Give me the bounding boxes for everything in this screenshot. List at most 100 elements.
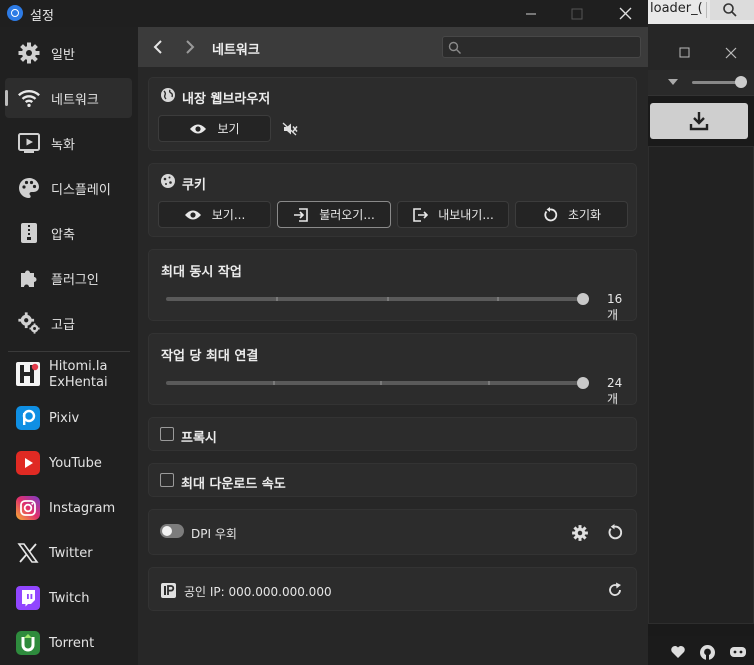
sidebar-item-label: 일반 (51, 47, 75, 63)
public-ip-label: 공인 IP: 000.000.000.000 (184, 585, 332, 599)
cookie-view-label: 보기... (211, 208, 246, 222)
discord-icon[interactable] (729, 645, 747, 659)
sidebar-item-label: Twitch (49, 590, 90, 606)
download-button[interactable] (650, 103, 748, 139)
back-arrow-icon[interactable] (150, 39, 166, 55)
max-connections-card: 작업 당 최대 연결 24 개 (148, 333, 637, 406)
cookie-icon (161, 174, 175, 188)
cookie-import-button[interactable]: 불러오기... (277, 201, 391, 228)
page-title: 네트워크 (212, 43, 260, 58)
play-box-icon (17, 131, 41, 155)
import-icon (294, 207, 308, 222)
window-title: 설정 (30, 9, 54, 24)
sidebar-item-label: 압축 (51, 227, 75, 243)
speed-limit-checkbox[interactable] (160, 473, 174, 487)
max-connections-title: 작업 당 최대 연결 (161, 349, 259, 364)
close-button[interactable] (602, 0, 648, 27)
sidebar-item-label: Hitomi.la ExHentai (49, 359, 108, 391)
search-input[interactable] (442, 36, 641, 58)
minimize-button[interactable] (508, 0, 554, 27)
browser-card: 내장 웹브라우저 보기 (148, 77, 637, 151)
zip-icon (17, 221, 41, 245)
browser-view-label: 보기 (217, 122, 240, 136)
title-bar: 설정 (0, 0, 648, 27)
sidebar-item-label: 플러그인 (51, 272, 99, 288)
max-tasks-value: 16 개 (607, 292, 623, 322)
sidebar-item-instagram[interactable]: Instagram (5, 488, 132, 528)
gear-icon (17, 41, 41, 65)
content-header: 네트워크 (138, 27, 648, 67)
slider-thumb[interactable] (577, 293, 589, 305)
background-tab-text: loader_( (650, 1, 703, 16)
ip-icon (161, 583, 176, 598)
sidebar-item-recording[interactable]: 녹화 (5, 123, 132, 163)
hitomi-icon (16, 362, 40, 386)
eye-icon (190, 124, 207, 133)
dpi-toggle[interactable] (160, 524, 184, 538)
sidebar-divider (8, 351, 130, 352)
sidebar-item-label: 네트워크 (51, 92, 99, 108)
sidebar-item-pixiv[interactable]: Pixiv (5, 398, 132, 438)
max-connections-value: 24 개 (607, 376, 623, 406)
browser-view-button[interactable]: 보기 (158, 115, 271, 142)
sidebar-item-hitomi[interactable]: Hitomi.la ExHentai (5, 354, 132, 394)
download-icon (689, 112, 709, 131)
sidebar-item-network[interactable]: 네트워크 (5, 78, 132, 118)
puzzle-icon (17, 266, 41, 290)
close-icon[interactable] (725, 47, 737, 59)
twitter-x-icon (16, 541, 40, 565)
max-connections-slider[interactable] (166, 377, 589, 389)
cookie-reset-label: 초기화 (567, 208, 602, 222)
proxy-card: 프록시 (148, 417, 637, 451)
forward-arrow-icon[interactable] (182, 39, 198, 55)
gear-icon[interactable] (571, 524, 589, 542)
max-tasks-slider[interactable] (166, 293, 589, 305)
sidebar-item-label: Twitter (49, 545, 93, 561)
sidebar-item-label: Pixiv (49, 410, 80, 426)
app-logo-icon (7, 5, 23, 21)
sidebar-item-compression[interactable]: 압축 (5, 213, 132, 253)
palette-icon (17, 176, 41, 200)
wifi-icon (17, 86, 41, 110)
dropdown-arrow-icon[interactable] (668, 79, 678, 85)
ip-card: 공인 IP: 000.000.000.000 (148, 567, 637, 611)
sidebar-item-youtube[interactable]: YouTube (5, 443, 132, 483)
gears-icon (17, 311, 41, 335)
sidebar-item-display[interactable]: 디스플레이 (5, 168, 132, 208)
sidebar-item-label: YouTube (49, 455, 102, 471)
instagram-icon (16, 496, 40, 520)
cookie-view-button[interactable]: 보기... (158, 201, 271, 228)
maximize-icon[interactable] (679, 47, 691, 59)
sidebar-item-label-line2: ExHentai (49, 375, 108, 390)
sidebar-item-general[interactable]: 일반 (5, 33, 132, 73)
cookie-reset-button[interactable]: 초기화 (515, 201, 628, 228)
dpi-card: DPI 우회 (148, 509, 637, 555)
proxy-checkbox[interactable] (160, 427, 174, 441)
background-search-button[interactable] (710, 0, 754, 20)
speed-limit-label: 최대 다운로드 속도 (181, 477, 286, 492)
heart-icon[interactable] (670, 645, 686, 659)
github-icon[interactable] (699, 644, 716, 661)
minimize-icon (526, 13, 536, 14)
sidebar-item-twitter[interactable]: Twitter (5, 533, 132, 573)
sidebar-item-plugins[interactable]: 플러그인 (5, 258, 132, 298)
mute-icon[interactable] (282, 122, 298, 136)
cookie-export-button[interactable]: 내보내기... (397, 201, 509, 228)
sidebar-item-label: Torrent (49, 635, 95, 651)
maximize-icon (571, 8, 583, 19)
pixiv-icon (16, 406, 40, 430)
sidebar-item-twitch[interactable]: Twitch (5, 578, 132, 618)
reset-icon[interactable] (606, 524, 623, 541)
refresh-icon[interactable] (607, 582, 623, 598)
active-indicator (5, 90, 8, 106)
speed-limit-card: 최대 다운로드 속도 (148, 463, 637, 497)
sidebar-item-label: 디스플레이 (51, 182, 111, 198)
twitch-icon (16, 586, 40, 610)
slider-thumb[interactable] (577, 377, 589, 389)
maximize-button[interactable] (554, 0, 600, 27)
sidebar-item-label: 고급 (51, 317, 75, 333)
max-tasks-title: 최대 동시 작업 (161, 265, 242, 280)
background-app-window: loader_( (648, 0, 754, 665)
sidebar-item-advanced[interactable]: 고급 (5, 303, 132, 343)
sidebar-item-torrent[interactable]: Torrent (5, 623, 132, 663)
